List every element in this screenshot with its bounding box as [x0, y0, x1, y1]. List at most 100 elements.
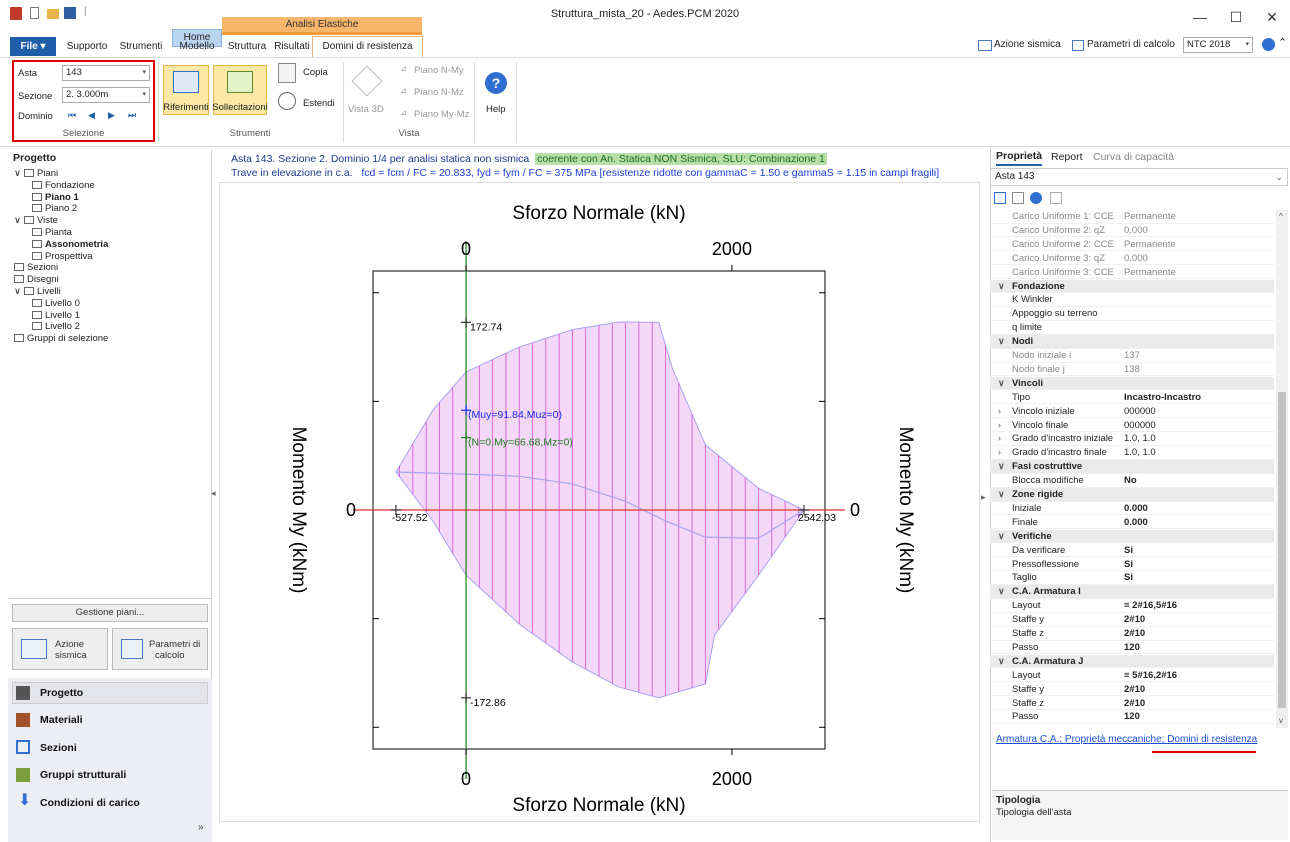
property-row[interactable]: Carico Uniforme 3: CCE Permanente — [990, 266, 1274, 280]
estendi-button[interactable]: Estendi — [303, 98, 335, 109]
tab-risultati[interactable]: Risultati — [272, 37, 312, 57]
property-row[interactable]: Passo 120 — [990, 710, 1274, 724]
property-row[interactable]: Passo 120 — [990, 641, 1274, 655]
collapse-left-icon[interactable]: ◂ — [211, 488, 216, 499]
tree-item[interactable]: Prospettiva — [32, 251, 93, 263]
link-domini-di-resistenza[interactable]: Domini di resistenza — [1167, 734, 1257, 745]
property-row[interactable]: Taglio Si — [990, 571, 1274, 585]
tab-modello[interactable]: Modello — [174, 37, 220, 57]
categorized-icon[interactable] — [994, 192, 1006, 204]
tree-item[interactable]: Gruppi di selezione — [14, 333, 108, 345]
first-domain-button[interactable]: ⏮ — [68, 110, 76, 121]
property-category[interactable]: ∨ Verifiche — [990, 529, 1274, 544]
azione-sismica-button[interactable]: Azione sismica — [994, 39, 1061, 50]
property-value[interactable]: 137 — [1124, 349, 1140, 363]
collapse-icon[interactable]: ∨ — [998, 335, 1005, 349]
expand-icon[interactable]: ∨ — [14, 286, 21, 297]
property-value[interactable]: ≡ 5#16,2#16 — [1124, 669, 1177, 683]
property-category[interactable]: ∨ Fasi costruttive — [990, 460, 1274, 474]
more-nav-icon[interactable]: » — [198, 822, 204, 833]
ribbon-collapse-icon[interactable]: ⌃ — [1278, 36, 1287, 49]
tab-strumenti[interactable]: Strumenti — [116, 37, 166, 57]
property-row[interactable]: Pressoflessione Si — [990, 558, 1274, 572]
property-row[interactable]: › Grado d'incastro iniziale 1.0, 1.0 — [990, 432, 1274, 446]
property-category[interactable]: ∨ Zone rigide — [990, 488, 1274, 502]
property-row[interactable]: Carico Uniforme 2: qZ 0.000 — [990, 224, 1274, 238]
piano-mymz-button[interactable]: Piano My-Mz — [414, 109, 469, 120]
nav-condizioni-di-carico[interactable]: Condizioni di carico — [40, 797, 140, 809]
asta-select[interactable]: 143 ▾ — [62, 65, 150, 81]
last-domain-button[interactable]: ⏭ — [128, 110, 136, 121]
tree-item[interactable]: Assonometria — [32, 239, 108, 251]
property-row[interactable]: Staffe z 2#10 — [990, 627, 1274, 641]
asta-object-select[interactable]: Asta 143 ⌄ — [990, 168, 1288, 186]
expand-icon[interactable]: › — [998, 432, 1001, 446]
property-value[interactable]: 0.000 — [1124, 502, 1148, 516]
tree-item[interactable]: Disegni — [14, 274, 59, 286]
copy-icon[interactable] — [278, 63, 296, 83]
property-row[interactable]: Tipo Incastro-Incastro — [990, 391, 1274, 405]
property-value[interactable]: 0.000 — [1124, 224, 1148, 238]
property-value[interactable]: 120 — [1124, 710, 1140, 724]
property-value[interactable]: 2#10 — [1124, 627, 1145, 641]
tree-item[interactable]: ∨ Livelli — [14, 286, 61, 298]
property-category[interactable]: ∨ C.A. Armatura J — [990, 654, 1274, 669]
prev-domain-button[interactable]: ◀ — [88, 110, 95, 121]
nav-progetto[interactable]: Progetto — [40, 687, 83, 699]
collapse-icon[interactable]: ∨ — [998, 488, 1005, 502]
copia-button[interactable]: Copia — [303, 67, 328, 78]
tools-icon[interactable] — [1012, 192, 1024, 204]
property-value[interactable]: 2#10 — [1124, 613, 1145, 627]
expand-icon[interactable]: ∨ — [14, 168, 21, 179]
property-row[interactable]: › Vincolo finale 000000 — [990, 419, 1274, 433]
collapse-icon[interactable]: ∨ — [998, 460, 1005, 474]
azione-sismica-big-button[interactable]: Azione sismica — [12, 628, 108, 670]
property-category[interactable]: ∨ C.A. Armatura I — [990, 585, 1274, 599]
property-value[interactable]: ≡ 2#16,5#16 — [1124, 599, 1177, 613]
property-value[interactable]: Si — [1124, 558, 1133, 572]
expand-icon[interactable]: › — [998, 405, 1001, 419]
help-icon[interactable]: ? — [485, 72, 507, 94]
property-row[interactable]: Blocca modifiche No — [990, 474, 1274, 488]
next-domain-button[interactable]: ▶ — [108, 110, 115, 121]
tree-item[interactable]: Sezioni — [14, 262, 58, 274]
property-row[interactable]: q limite — [990, 321, 1274, 335]
link-proprieta-meccaniche[interactable]: Proprietà meccaniche — [1065, 734, 1162, 745]
property-row[interactable]: Iniziale 0.000 — [990, 502, 1274, 516]
property-value[interactable]: 0.000 — [1124, 516, 1148, 530]
gear-icon[interactable] — [1030, 192, 1042, 204]
tab-supporto[interactable]: Supporto — [62, 37, 112, 57]
property-row[interactable]: Staffe y 2#10 — [990, 613, 1274, 627]
extend-icon[interactable] — [278, 92, 296, 110]
tree-item[interactable]: Piano 1 — [32, 192, 79, 204]
property-value[interactable]: 1.0, 1.0 — [1124, 432, 1156, 446]
close-button[interactable]: ✕ — [1254, 6, 1290, 28]
property-value[interactable]: Si — [1124, 571, 1133, 585]
collapse-icon[interactable]: ∨ — [998, 280, 1005, 294]
property-category[interactable]: ∨ Vincoli — [990, 376, 1274, 391]
tab-report[interactable]: Report — [1051, 151, 1083, 163]
property-category[interactable]: ∨ Fondazione — [990, 279, 1274, 294]
property-row[interactable]: Layout ≡ 5#16,2#16 — [990, 669, 1274, 683]
property-value[interactable]: Incastro-Incastro — [1124, 391, 1201, 405]
tab-domini-di-resistenza[interactable]: Domini di resistenza — [312, 36, 423, 58]
file-menu-button[interactable]: File ▾ — [10, 37, 56, 56]
vista-3d-button[interactable]: Vista 3D — [348, 104, 384, 115]
collapse-right-icon[interactable]: ▸ — [981, 492, 986, 503]
property-category[interactable]: ∨ Nodi — [990, 335, 1274, 349]
property-row[interactable]: Da verificare Si — [990, 544, 1274, 558]
property-row[interactable]: K Winkler — [990, 293, 1274, 307]
property-value[interactable]: 1.0, 1.0 — [1124, 446, 1156, 460]
expand-icon[interactable]: › — [998, 446, 1001, 460]
scrollbar-thumb[interactable] — [1278, 392, 1286, 708]
tab-proprieta[interactable]: Proprietà — [996, 150, 1043, 166]
collapse-icon[interactable]: ∨ — [998, 530, 1005, 544]
tree-item[interactable]: Livello 1 — [32, 310, 80, 322]
scroll-up-icon[interactable]: ^ — [1279, 212, 1283, 221]
property-row[interactable]: Nodo iniziale i 137 — [990, 349, 1274, 363]
property-row[interactable]: Staffe z 2#10 — [990, 697, 1274, 711]
piano-nmy-button[interactable]: Piano N-My — [414, 65, 464, 76]
nav-gruppi-strutturali[interactable]: Gruppi strutturali — [40, 769, 126, 781]
expand-icon[interactable]: ∨ — [14, 215, 21, 226]
property-row[interactable]: › Vincolo iniziale 000000 — [990, 405, 1274, 419]
